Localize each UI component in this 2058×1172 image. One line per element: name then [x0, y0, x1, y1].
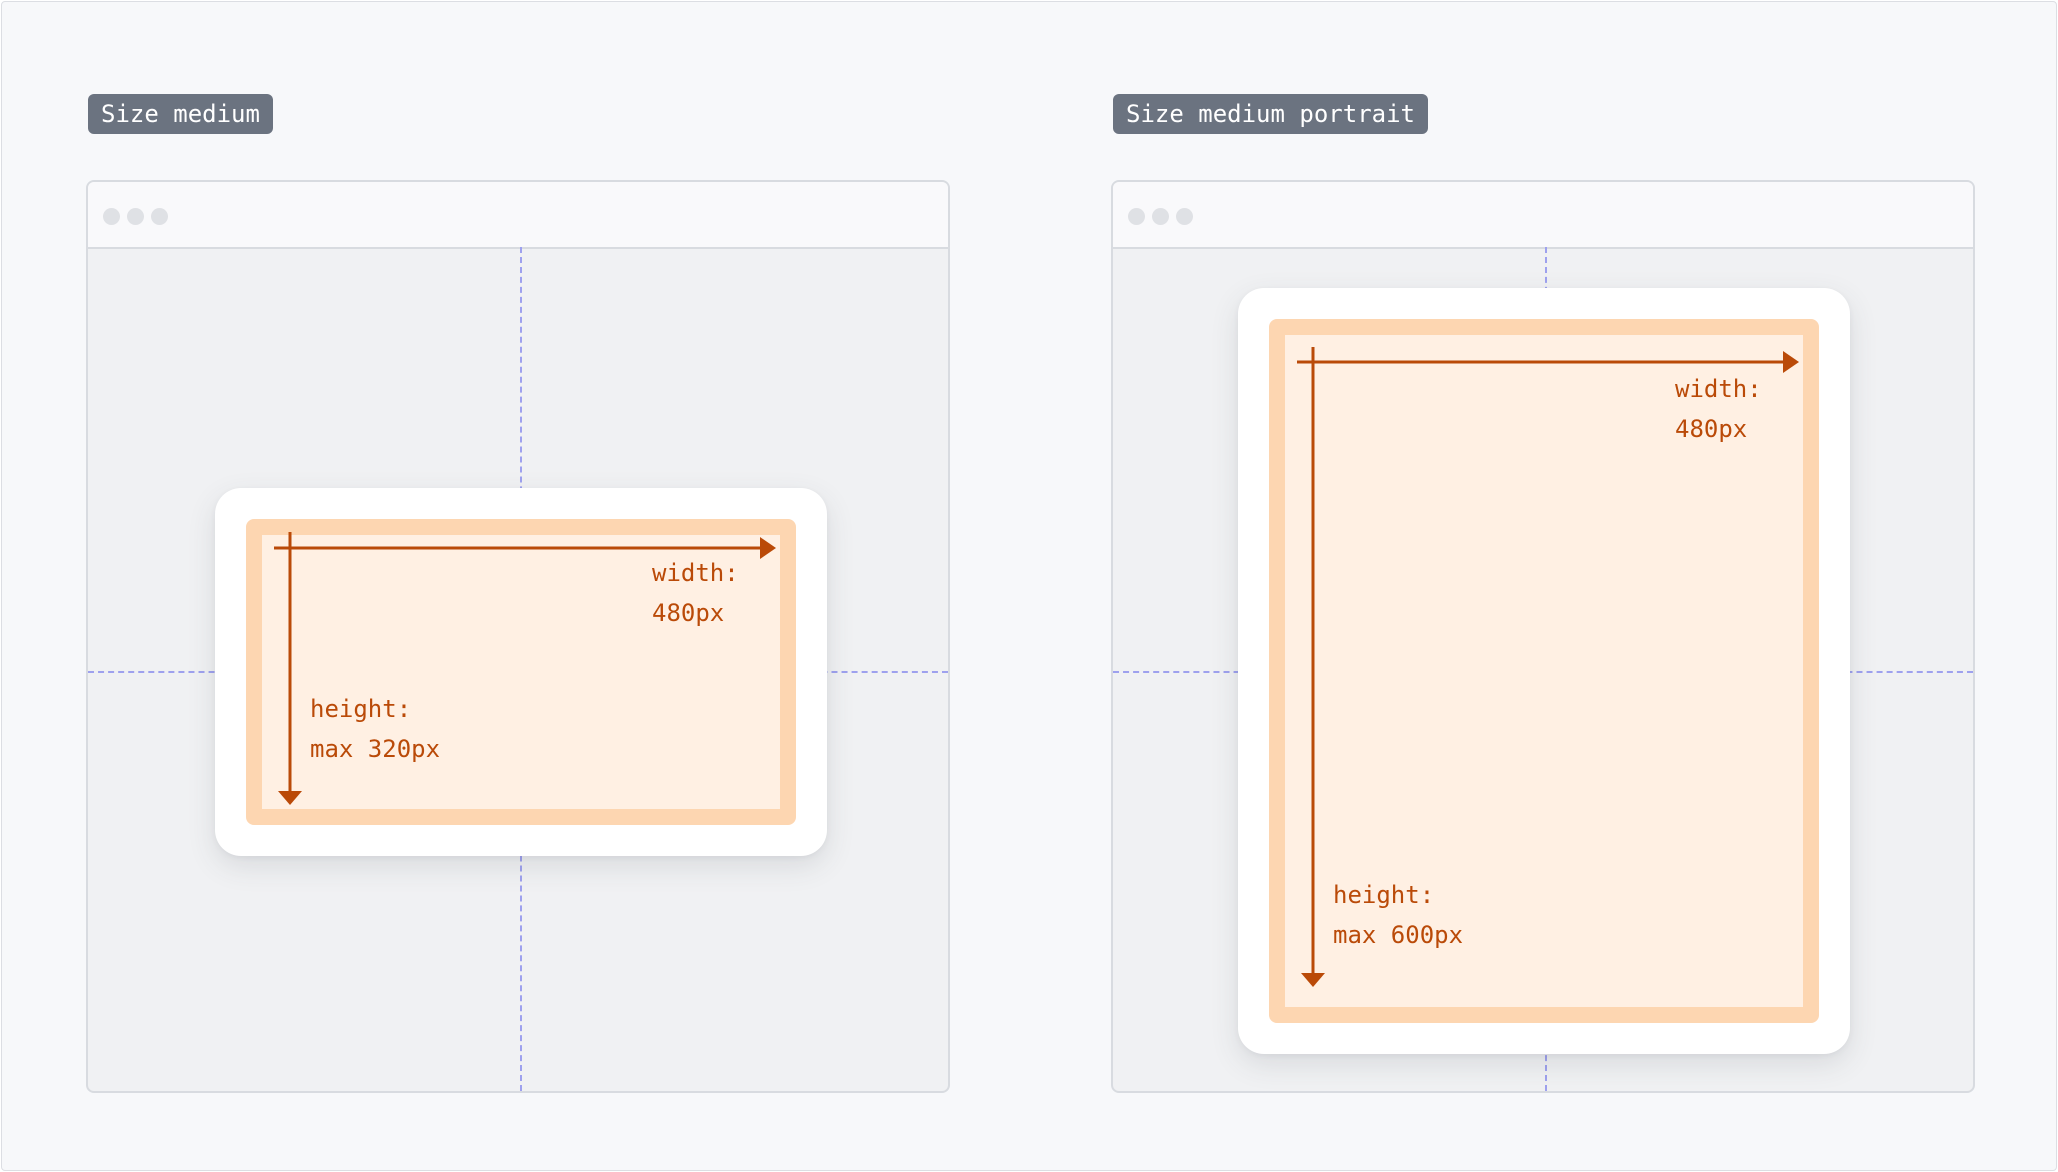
width-label: width: [1675, 375, 1762, 403]
height-value: max 600px [1333, 921, 1464, 949]
window-control-dot [127, 208, 144, 225]
panel-badge-size-medium-portrait: Size medium portrait [1113, 94, 1428, 134]
window-titlebar [1113, 182, 1973, 249]
width-value: 480px [652, 599, 725, 627]
width-value: 480px [1675, 415, 1748, 443]
height-arrow-head [278, 791, 302, 805]
browser-window-mockup: width: 480px height: max 320px [86, 180, 950, 1093]
diagram-canvas: Size medium width: 480px height: max 320… [1, 1, 2057, 1171]
height-arrow-head [1301, 973, 1325, 987]
dialog-card: width: 480px height: max 320px [215, 488, 827, 856]
height-value: max 320px [310, 735, 441, 763]
width-label: width: [652, 559, 739, 587]
height-label: height: [1333, 881, 1435, 909]
window-control-dot [1152, 208, 1169, 225]
window-titlebar [88, 182, 948, 249]
width-arrow-head [1783, 351, 1799, 373]
content-area: width: 480px height: max 600px [1269, 319, 1819, 1023]
content-area: width: 480px height: max 320px [246, 519, 796, 825]
panel-badge-size-medium: Size medium [88, 94, 273, 134]
window-control-dot [1128, 208, 1145, 225]
browser-window-mockup: width: 480px height: max 600px [1111, 180, 1975, 1093]
width-arrow-head [760, 537, 776, 559]
height-label: height: [310, 695, 412, 723]
window-control-dot [151, 208, 168, 225]
window-control-dot [103, 208, 120, 225]
window-control-dot [1176, 208, 1193, 225]
dialog-card: width: 480px height: max 600px [1238, 288, 1850, 1054]
